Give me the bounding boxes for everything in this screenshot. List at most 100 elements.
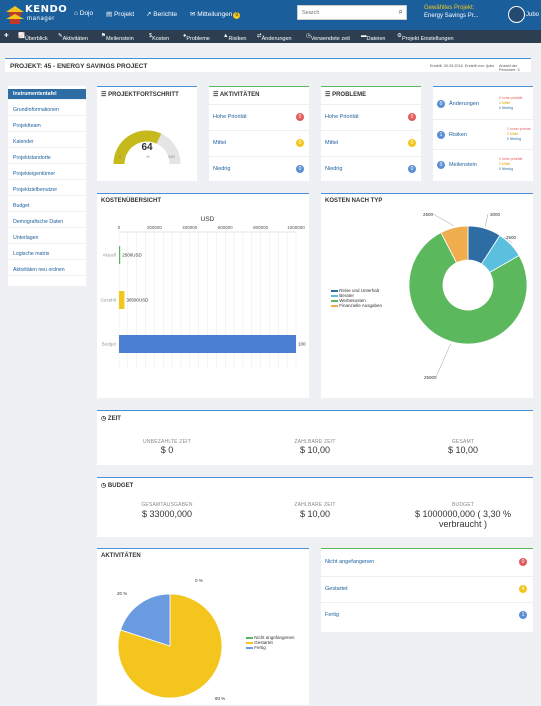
tab-uberblick[interactable]: 📈 Überblick bbox=[18, 33, 48, 42]
tab-aktivitaten[interactable]: ✎ Aktivitäten bbox=[58, 33, 88, 42]
axis-title: USD bbox=[201, 216, 215, 223]
count-badge: 0 bbox=[437, 161, 445, 169]
plus-icon[interactable]: ✚ bbox=[4, 33, 9, 39]
project-selector-label: Gewähltes Projekt: bbox=[424, 5, 475, 11]
count-badge: 4 bbox=[519, 585, 527, 593]
bar bbox=[119, 291, 125, 309]
summary-card: 0 Änderungen 0 hohe priorität 0 Mittel 0… bbox=[433, 86, 533, 181]
created-date: Erstellt: 30.09.2016 bbox=[430, 64, 463, 68]
tab-einstellungen[interactable]: ⚙ Projekt Einstellungen bbox=[397, 33, 454, 42]
list-item[interactable]: Mittel 0 bbox=[321, 130, 421, 155]
sidebar-item-instrumententafel[interactable]: Instrumententafel bbox=[8, 89, 86, 100]
top-navbar: KENDO manager ⌂ Dojo ▤ Projekt ↗ Bericht… bbox=[0, 0, 541, 30]
app-logo[interactable]: KENDO manager bbox=[3, 3, 67, 27]
tab-zeit[interactable]: ◷ Verwendete zeit bbox=[306, 33, 350, 42]
project-subnav: ✚ 📈 Überblick ✎ Aktivitäten ⚑ Meilenstei… bbox=[0, 30, 541, 43]
search-box: ⌕ bbox=[297, 5, 407, 20]
count-badge: 0 bbox=[408, 113, 416, 121]
created-by: Erstellt von: ljubo bbox=[465, 64, 494, 68]
count-badge: 1 bbox=[437, 131, 445, 139]
cost-by-type-title: KOSTEN NACH TYP bbox=[325, 198, 383, 204]
gauge-unit: % bbox=[146, 154, 150, 159]
legend-item: Finanzielle Ausgaben bbox=[331, 303, 382, 308]
list-item[interactable]: Mittel 0 bbox=[209, 130, 309, 155]
list-item[interactable]: Gestartet 4 bbox=[321, 576, 533, 601]
sidebar-item-kalender[interactable]: Kalender bbox=[8, 137, 86, 148]
data-label: 100 bbox=[298, 342, 306, 347]
probleme-title: ☰ PROBLEME bbox=[325, 92, 367, 98]
sidebar-item-logische-matrix[interactable]: Logische matrix bbox=[8, 249, 86, 260]
sidebar-item-demografische-daten[interactable]: Demografische Daten bbox=[8, 217, 86, 228]
count-badge: 0 bbox=[408, 139, 416, 147]
tab-kosten[interactable]: $ Kosten bbox=[149, 33, 169, 42]
tab-risiken[interactable]: ▲ Risiken bbox=[223, 33, 247, 42]
category-label: Aktuell bbox=[102, 253, 116, 258]
envelope-icon: ✉ bbox=[190, 11, 196, 18]
sidebar-item-projektstandorte[interactable]: Projektstandorte bbox=[8, 153, 86, 164]
member-count: Anzahl der Personen: 3 bbox=[499, 64, 520, 72]
project-selector-value: Energy Savings Pr... bbox=[424, 13, 479, 19]
count-badge: 0 bbox=[296, 165, 304, 173]
tick-label: 400000 bbox=[182, 225, 198, 230]
pagoda-icon bbox=[6, 6, 24, 24]
tick-label: 0 bbox=[118, 225, 121, 230]
file-icon: ▤ bbox=[106, 11, 113, 18]
tab-probleme[interactable]: ● Probleme bbox=[183, 33, 210, 42]
data-label: 25000 bbox=[424, 375, 437, 380]
activity-status-card: Nicht angefangenen 0 Gestartet 4 Fertig 1 bbox=[321, 548, 533, 632]
list-icon: ☰ bbox=[213, 92, 219, 98]
project-selector[interactable]: Gewähltes Projekt: Energy Savings Pr... bbox=[424, 5, 478, 19]
search-input[interactable] bbox=[298, 6, 390, 19]
summary-row-risiken[interactable]: 1 Risiken 1 hoher prioriat 0 Mittel 0 Ni… bbox=[433, 119, 533, 147]
tab-anderungen[interactable]: ⇄ Änderungen bbox=[257, 33, 292, 42]
activities-chart-card: AKTIVITÄTEN 0 % 20 % 80 % Nicht angefang… bbox=[97, 548, 309, 705]
avatar[interactable] bbox=[508, 6, 525, 23]
tab-meilenstein[interactable]: ⚑ Meilenstein bbox=[101, 33, 134, 42]
summary-row-meilenstein[interactable]: 0 Meilenstein 0 hohe priorität 0 Mittel … bbox=[433, 149, 533, 177]
zeit-card: ◷ ZEIT UNBEZAHLTE ZEIT $ 0 ZAHLBARE ZEIT… bbox=[97, 410, 533, 465]
project-header: PROJEKT: 45 - ENERGY SAVINGS PROJECT Ers… bbox=[5, 58, 531, 72]
count-badge: 0 bbox=[408, 165, 416, 173]
list-item[interactable]: Nicht angefangenen 0 bbox=[321, 550, 533, 575]
home-icon: ⌂ bbox=[74, 10, 78, 17]
sidebar-item-projekteigentumer[interactable]: Projekteigentümer bbox=[8, 169, 86, 180]
progress-card: ☰ PROJEKTFORTSCHRITT 64 0 % 100 bbox=[97, 86, 197, 181]
count-badge: 1 bbox=[519, 611, 527, 619]
cost-overview-card: KOSTENÜBERSICHT USD 0 200000 400000 600000 80… bbox=[97, 193, 309, 398]
budget-title: ◷ BUDGET bbox=[101, 483, 134, 489]
sidebar-item-projektzielbenutzer[interactable]: Projektzielbenutzer bbox=[8, 185, 86, 196]
cost-by-type-card: KOSTEN NACH TYP 3000 2500 25000 2500 Reise … bbox=[321, 193, 533, 398]
clock-icon: ◷ bbox=[101, 483, 107, 489]
activities-chart-title: AKTIVITÄTEN bbox=[101, 553, 141, 559]
list-item[interactable]: Fertig 1 bbox=[321, 602, 533, 627]
nav-projekt[interactable]: ▤ Projekt bbox=[106, 10, 134, 18]
sidebar-item-projektteam[interactable]: Projektteam bbox=[8, 121, 86, 132]
sidebar-item-grundinformationen[interactable]: Grundinformationen bbox=[8, 105, 86, 116]
legend-item: Fertig bbox=[246, 645, 295, 650]
user-name[interactable]: Jubo bbox=[526, 12, 539, 18]
data-label: 3000 bbox=[490, 212, 501, 217]
sidebar-item-unterlagen[interactable]: Unterlagen bbox=[8, 233, 86, 244]
list-item[interactable]: Niedrig 0 bbox=[321, 156, 421, 181]
data-label: 2500USD bbox=[122, 253, 142, 258]
list-item[interactable]: Hohe Priorität 0 bbox=[321, 104, 421, 129]
sidebar-item-budget[interactable]: Budget bbox=[8, 201, 86, 212]
nav-dojo[interactable]: ⌂ Dojo bbox=[74, 10, 93, 17]
count-badge: 0 bbox=[437, 100, 445, 108]
list-item[interactable]: Hohe Priorität 0 bbox=[209, 104, 309, 129]
tab-dateien[interactable]: ▬ Dateien bbox=[361, 33, 385, 42]
project-sidebar: Instrumententafel Grundinformationen Pro… bbox=[8, 86, 86, 286]
sidebar-item-aktivitaten-neu-ordnen[interactable]: Aktivitäten neu ordnen bbox=[8, 265, 86, 276]
bar bbox=[119, 335, 296, 353]
pie-pct-top: 0 % bbox=[195, 578, 203, 583]
nav-berichte[interactable]: ↗ Berichte bbox=[146, 10, 177, 18]
leader-line bbox=[484, 213, 489, 227]
nav-mitteilungen[interactable]: ✉ Mitteilungen 0 bbox=[190, 10, 241, 19]
budget-card: ◷ BUDGET GESAMTAUSGABEN $ 33000,000 ZAHL… bbox=[97, 477, 533, 537]
bar bbox=[119, 246, 121, 264]
list-item[interactable]: Niedrig 0 bbox=[209, 156, 309, 181]
activities-pie bbox=[117, 593, 223, 699]
search-icon[interactable]: ⌕ bbox=[399, 7, 403, 17]
chart-icon: ↗ bbox=[146, 11, 152, 18]
summary-row-anderungen[interactable]: 0 Änderungen 0 hohe priorität 0 Mittel 0… bbox=[433, 89, 533, 117]
